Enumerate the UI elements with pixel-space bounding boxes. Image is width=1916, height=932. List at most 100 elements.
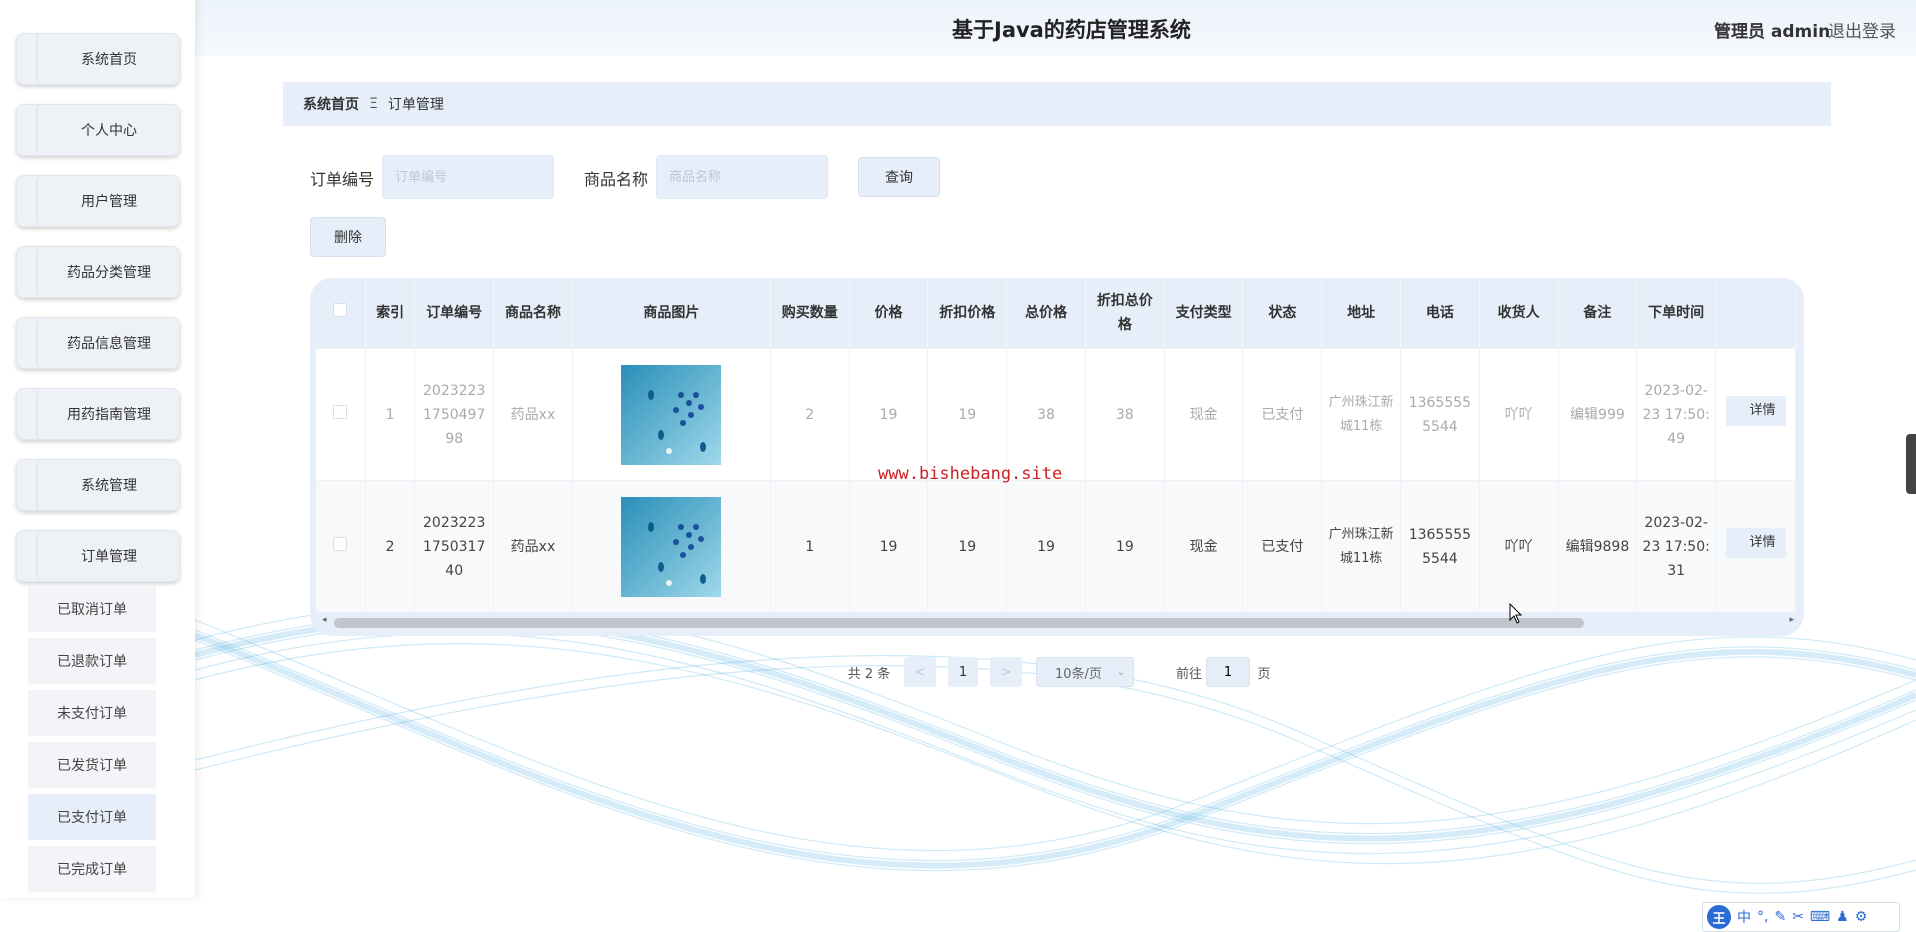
- table-row[interactable]: 1 20232231750497 98 药品xx 2 19 19 38 38 现…: [316, 348, 1796, 481]
- ime-mode-toggle[interactable]: 中: [1737, 907, 1751, 927]
- scroll-right-icon[interactable]: ▸: [1789, 615, 1794, 625]
- product-name-label: 商品名称: [584, 170, 649, 189]
- sidebar-item-label: 系统首页: [36, 33, 180, 85]
- cell-discount-total: 38: [1085, 348, 1165, 481]
- page-size-value: 10条/页: [1055, 666, 1102, 682]
- sidebar-item-label: 用药指南管理: [36, 388, 180, 440]
- page-suffix: 页: [1257, 666, 1271, 682]
- prev-page-button[interactable]: <: [904, 657, 936, 687]
- table-row[interactable]: 2 20232231750317 40 药品xx 1 19 19 19 19 现…: [316, 480, 1796, 612]
- app-title: 基于Java的药店管理系统: [952, 18, 1191, 42]
- column-header[interactable]: 索引: [365, 278, 416, 349]
- user-label: 管理员 admin: [1714, 22, 1831, 42]
- select-all-checkbox[interactable]: [333, 303, 348, 317]
- submenu-shipped-orders[interactable]: 已发货订单: [28, 742, 156, 790]
- ime-logo-icon[interactable]: 王: [1707, 905, 1731, 929]
- order-no-input[interactable]: [382, 155, 554, 199]
- column-header[interactable]: 支付类型: [1164, 278, 1244, 349]
- column-header[interactable]: 下单时间: [1636, 278, 1717, 349]
- cell-order-no: 20232231750497 98: [414, 348, 495, 481]
- cell-image: [572, 480, 771, 612]
- sidebar-item-medication-guide[interactable]: 用药指南管理: [16, 388, 180, 440]
- sidebar-item-orders[interactable]: 订单管理: [16, 530, 180, 582]
- column-header[interactable]: 收货人: [1479, 278, 1559, 349]
- cell-status: 已支付: [1242, 480, 1323, 612]
- scroll-left-icon[interactable]: ◂: [322, 615, 327, 625]
- sidebar: 系统首页 个人中心 用户管理 药品分类管理 药品信息管理 用药指南管理 系统管理…: [0, 0, 195, 898]
- sidebar-item-drug-info[interactable]: 药品信息管理: [16, 317, 180, 369]
- column-header[interactable]: 价格: [849, 278, 929, 349]
- cell-index: 1: [365, 348, 416, 481]
- punctuation-icon[interactable]: °,: [1757, 909, 1768, 925]
- cell-phone: 13655555544: [1400, 348, 1480, 481]
- cell-actions: 详情: [1715, 348, 1796, 481]
- horizontal-scrollbar[interactable]: ◂ ▸: [322, 613, 1802, 631]
- sidebar-item-drug-categories[interactable]: 药品分类管理: [16, 246, 180, 298]
- logout-link[interactable]: 退出登录: [1828, 17, 1896, 42]
- cell-time: 2023-02-23 17:50:31: [1636, 480, 1717, 612]
- column-header[interactable]: 电话: [1400, 278, 1480, 349]
- column-header[interactable]: 折扣总价格: [1085, 278, 1165, 349]
- column-header[interactable]: 折扣价格: [927, 278, 1008, 349]
- cell-image: [572, 348, 771, 481]
- column-header[interactable]: 状态: [1242, 278, 1323, 349]
- pen-icon[interactable]: ✎: [1774, 909, 1786, 925]
- order-no-label: 订单编号: [310, 170, 375, 189]
- column-header[interactable]: 商品图片: [572, 278, 771, 349]
- column-header[interactable]: 总价格: [1006, 278, 1086, 349]
- mouse-cursor-icon: [1509, 603, 1523, 624]
- gear-icon[interactable]: ⚙: [1855, 909, 1868, 925]
- query-button[interactable]: 查询: [858, 157, 940, 197]
- total-count: 共 2 条: [847, 666, 891, 682]
- sidebar-item-label: 药品分类管理: [36, 246, 180, 298]
- sidebar-item-profile[interactable]: 个人中心: [16, 104, 180, 156]
- breadcrumb: 系统首页 Ξ 订单管理: [283, 82, 1831, 126]
- column-header[interactable]: 地址: [1321, 278, 1401, 349]
- cell-index: 2: [365, 480, 416, 612]
- sidebar-item-system[interactable]: 系统管理: [16, 459, 180, 511]
- page-size-select[interactable]: 10条/页 ⌄: [1036, 657, 1134, 687]
- column-header[interactable]: 备注: [1558, 278, 1638, 349]
- cell-discount-price: 19: [927, 348, 1008, 481]
- sidebar-item-label: 系统管理: [36, 459, 180, 511]
- keyboard-icon[interactable]: ⌨: [1810, 909, 1830, 925]
- orders-table-card: 索引 订单编号 商品名称 商品图片 购买数量 价格 折扣价格 总价格 折扣总价格…: [310, 278, 1804, 636]
- submenu-completed-orders[interactable]: 已完成订单: [28, 846, 156, 894]
- column-header[interactable]: 商品名称: [493, 278, 573, 349]
- sidebar-item-label: 药品信息管理: [36, 317, 180, 369]
- detail-button[interactable]: 详情: [1725, 395, 1786, 426]
- cell-order-no: 20232231750317 40: [414, 480, 495, 612]
- product-name-input[interactable]: [656, 155, 828, 199]
- next-page-button[interactable]: >: [990, 657, 1022, 687]
- submenu-refunded-orders[interactable]: 已退款订单: [28, 638, 156, 686]
- page-number-button[interactable]: 1: [948, 657, 978, 687]
- column-header[interactable]: 订单编号: [414, 278, 495, 349]
- scissors-icon[interactable]: ✂: [1792, 909, 1804, 925]
- cell-price: 19: [849, 480, 929, 612]
- row-checkbox[interactable]: [333, 404, 348, 419]
- cell-qty: 1: [770, 480, 850, 612]
- scrollbar-thumb[interactable]: [334, 618, 1584, 628]
- submenu-paid-orders[interactable]: 已支付订单: [28, 794, 156, 842]
- sidebar-item-label: 订单管理: [36, 530, 180, 582]
- sidebar-item-home[interactable]: 系统首页: [16, 33, 180, 85]
- cell-discount-total: 19: [1085, 480, 1165, 612]
- breadcrumb-current: 订单管理: [387, 97, 444, 113]
- sidebar-item-users[interactable]: 用户管理: [16, 175, 180, 227]
- breadcrumb-home[interactable]: 系统首页: [303, 94, 359, 114]
- select-all-header[interactable]: [316, 278, 366, 349]
- delete-button[interactable]: 删除: [310, 217, 386, 257]
- column-header[interactable]: 购买数量: [770, 278, 850, 349]
- cell-remark: 编辑9898: [1558, 480, 1638, 612]
- cell-receiver: 吖吖: [1479, 348, 1559, 481]
- detail-button[interactable]: 详情: [1725, 527, 1786, 558]
- cell-qty: 2: [770, 348, 850, 481]
- submenu-unpaid-orders[interactable]: 未支付订单: [28, 690, 156, 738]
- actions-header: [1715, 278, 1796, 349]
- shirt-icon[interactable]: ♟: [1836, 909, 1849, 925]
- cell-address: 广州珠江新城11栋: [1321, 480, 1401, 612]
- goto-page-input[interactable]: [1206, 657, 1250, 687]
- submenu-cancelled-orders[interactable]: 已取消订单: [28, 586, 156, 634]
- side-floating-tab[interactable]: [1906, 434, 1916, 494]
- row-checkbox[interactable]: [333, 536, 348, 551]
